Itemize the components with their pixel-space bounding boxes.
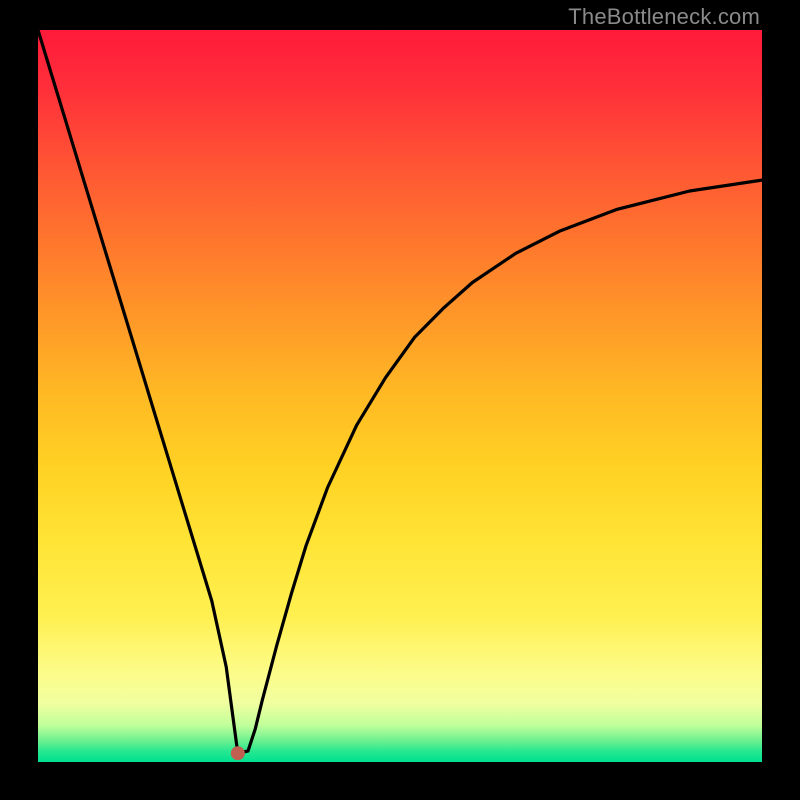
chart-frame: TheBottleneck.com [0, 0, 800, 800]
curve-svg [38, 30, 762, 762]
bottleneck-curve [38, 30, 762, 753]
watermark-text: TheBottleneck.com [568, 4, 760, 30]
optimal-marker [231, 746, 245, 760]
plot-area [38, 30, 762, 762]
